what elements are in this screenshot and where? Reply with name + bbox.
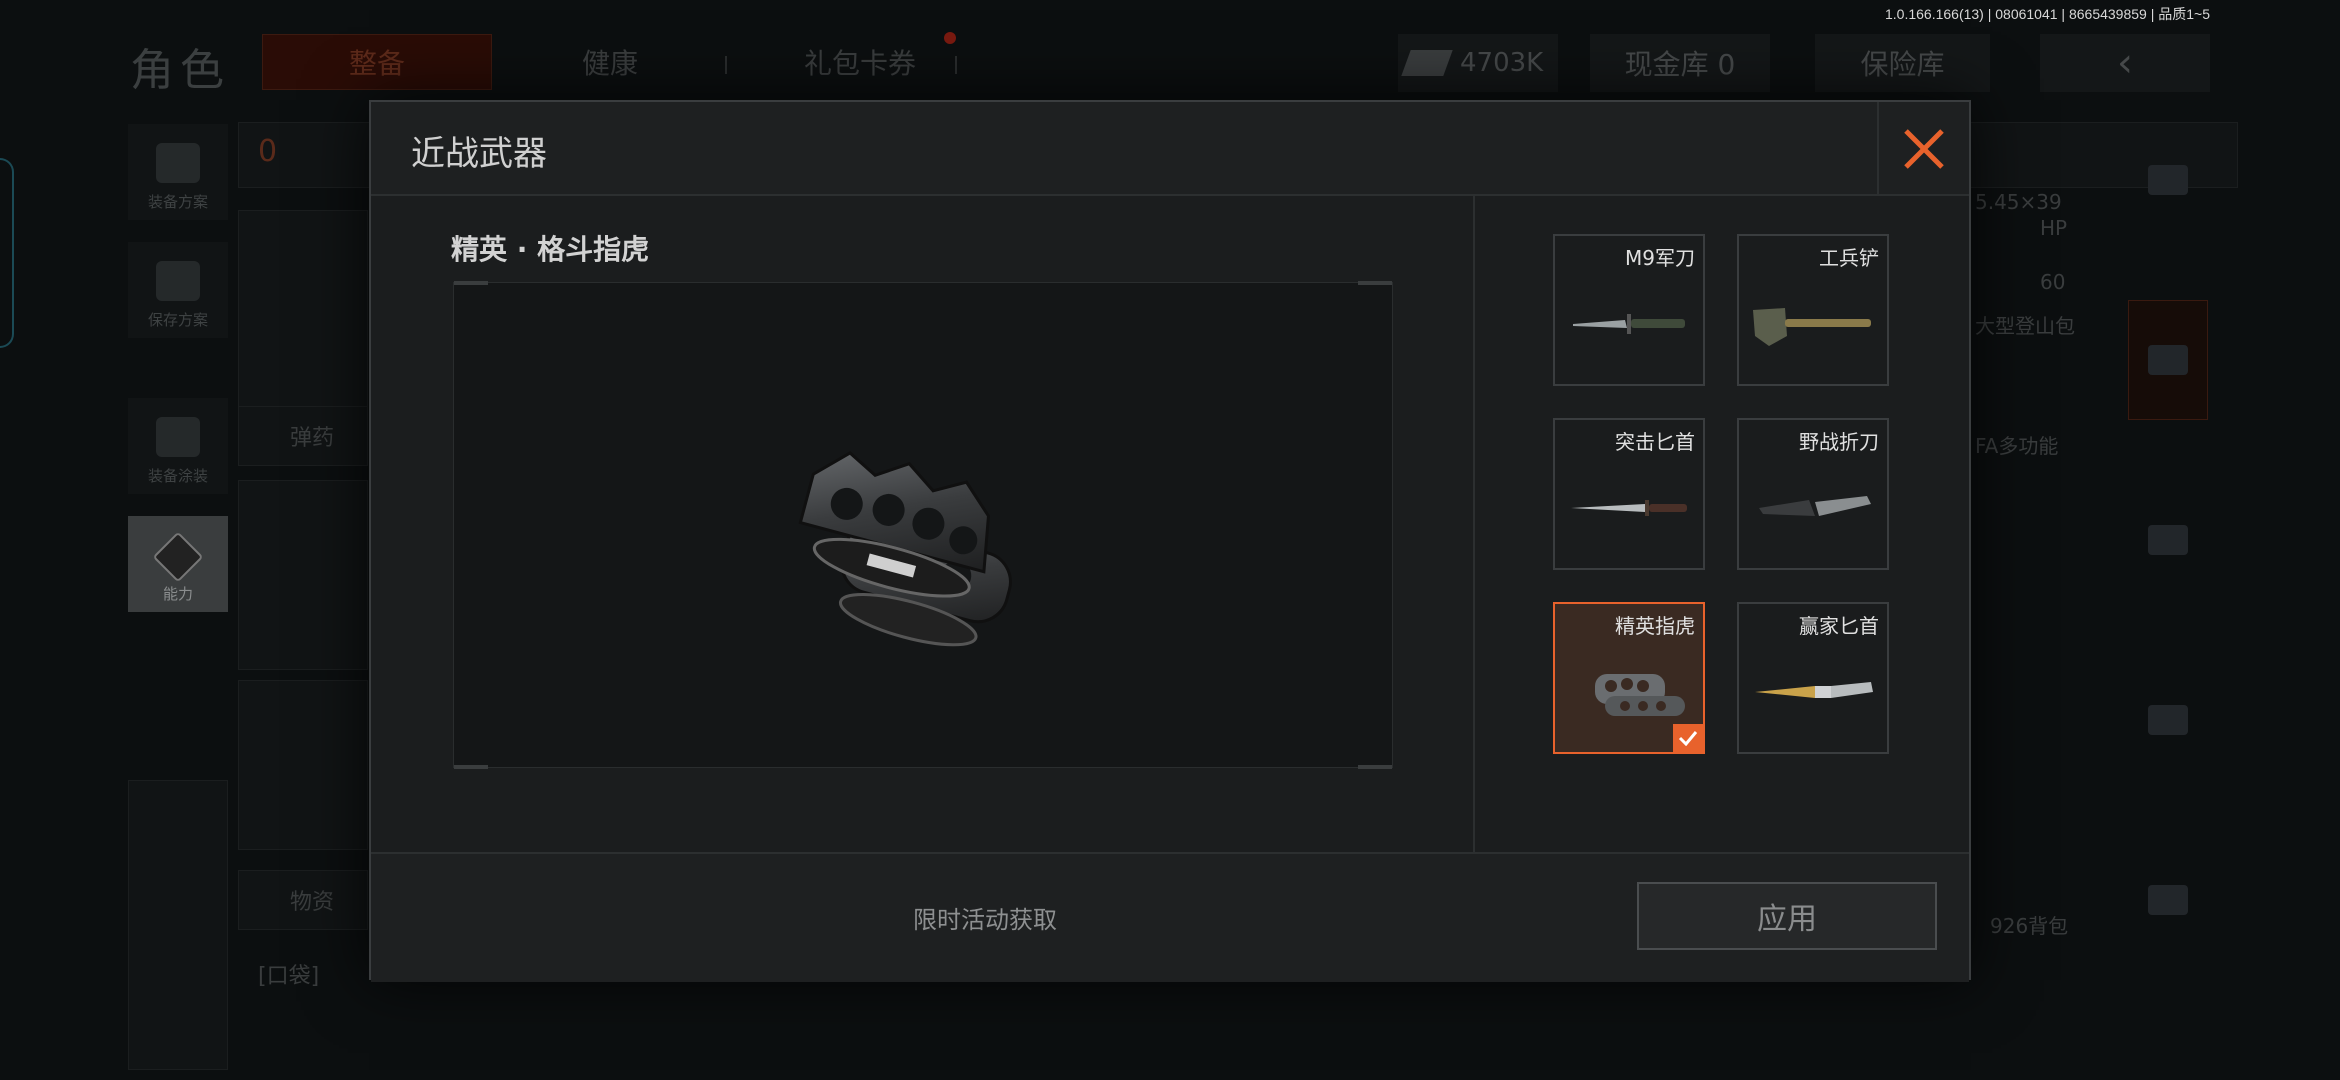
top-bar: 角色 整备 健康 礼包卡券 4703K 现金库 0 保险库 ‹ [0,20,2340,100]
apply-button[interactable]: 应用 [1637,882,1937,950]
side-item-save[interactable]: 保存方案 [128,242,228,338]
selected-item-name: 精英 · 格斗指虎 [451,233,650,266]
right-item-rifle[interactable] [2128,660,2208,780]
back-button[interactable]: ‹ [2040,34,2210,92]
vest-icon [156,143,200,183]
preview-area: 精英 · 格斗指虎 [371,196,1475,852]
gold-dagger-icon [1755,682,1873,698]
tab-prepare[interactable]: 整备 [262,34,492,90]
close-button[interactable] [1877,102,1969,196]
knuckles-icon [1595,674,1685,716]
helmet-icon [156,417,200,457]
notification-dot [944,32,956,44]
supplies-label: 物资 [290,890,335,915]
weapon-label: 野战折刀 [1799,430,1879,454]
right-item-magazine[interactable] [2128,840,2208,960]
magazine-icon [2148,885,2188,915]
right-item-layers[interactable] [2128,120,2208,240]
left-edge-handle[interactable] [0,158,14,348]
right-item-active[interactable] [2128,300,2208,420]
tab-health[interactable]: 健康 [530,34,690,90]
checkmark-icon [1673,724,1703,752]
close-icon [1904,129,1944,169]
weapon-label: 突击匕首 [1615,430,1695,454]
item-preview [453,281,1393,769]
tab-gift-vouchers[interactable]: 礼包卡券 [760,34,960,90]
side-item-label: 保存方案 [147,311,208,329]
acquisition-note: 限时活动获取 [913,906,1057,934]
side-item-skin[interactable]: 装备涂装 [128,398,228,494]
right-toolbar [2128,120,2208,1020]
side-item-loadout[interactable]: 装备方案 [128,124,228,220]
dialog-title: 近战武器 [411,134,547,174]
bg-slot [238,480,368,670]
shovel-icon [1753,308,1871,346]
side-item-label: 能力 [162,585,193,603]
bg-slot [128,780,228,1070]
side-menu: 装备方案 保存方案 装备涂装 能力 [128,124,228,634]
weapon-cell-assault-dagger[interactable]: 突击匕首 [1553,418,1705,570]
dialog-footer: 限时活动获取 应用 [371,852,1969,982]
weapon-cell-winner-dagger[interactable]: 赢家匕首 [1737,602,1889,754]
weapon-label: M9军刀 [1625,246,1695,270]
helmet-icon [2148,525,2188,555]
stack-icon [2148,345,2188,375]
knuckles-icon [798,451,1012,647]
tab-divider [955,56,957,74]
backpack-label: 大型登山包 [1975,314,2075,338]
rifle-icon [2148,705,2188,735]
chevron-left-icon: ‹ [2117,40,2133,86]
folding-knife-icon [1759,496,1871,516]
multi-label: FA多功能 [1975,434,2059,458]
side-item-label: 装备方案 [147,193,208,211]
page-title: 角色 [130,45,230,96]
caliber-label: 5.45×39 [1975,190,2062,214]
weapon-cell-elite-knuckles[interactable]: 精英指虎 [1553,602,1705,754]
hp-label: HP [2040,216,2068,240]
backpack2-label: 926背包 [1990,914,2069,938]
right-item-helmet[interactable] [2128,480,2208,600]
count-text: 0 [258,134,278,169]
side-item-ability[interactable]: 能力 [128,516,228,612]
knife-icon [1573,314,1685,334]
layers-icon [2148,165,2188,195]
currency-value: 4703K [1460,48,1544,78]
melee-weapon-dialog: 近战武器 精英 · 格斗指虎 M9军刀 工兵铲 突击匕首 野战折刀 精英指虎 赢… [369,100,1971,982]
bg-slot [238,680,368,850]
weapon-cell-m9[interactable]: M9军刀 [1553,234,1705,386]
money-icon [1401,50,1453,76]
dialog-header: 近战武器 [371,102,1969,196]
weapon-cell-shovel[interactable]: 工兵铲 [1737,234,1889,386]
weapon-cell-folding-knife[interactable]: 野战折刀 [1737,418,1889,570]
side-item-label: 装备涂装 [147,467,208,485]
bg-slot [238,210,368,410]
tab-divider [725,56,727,74]
safe-button[interactable]: 保险库 [1815,34,1990,92]
hp-value: 60 [2040,270,2066,294]
weapon-label: 精英指虎 [1615,614,1695,638]
pocket-label: [口袋] [258,964,320,989]
dagger-icon [1571,500,1687,516]
weapon-label: 赢家匕首 [1799,614,1879,638]
ammo-label: 弹药 [290,426,335,451]
cash-vault-button[interactable]: 现金库 0 [1590,34,1770,92]
currency-display: 4703K [1398,34,1558,92]
download-icon [156,261,200,301]
weapon-label: 工兵铲 [1819,246,1879,270]
lightning-icon [152,531,204,583]
